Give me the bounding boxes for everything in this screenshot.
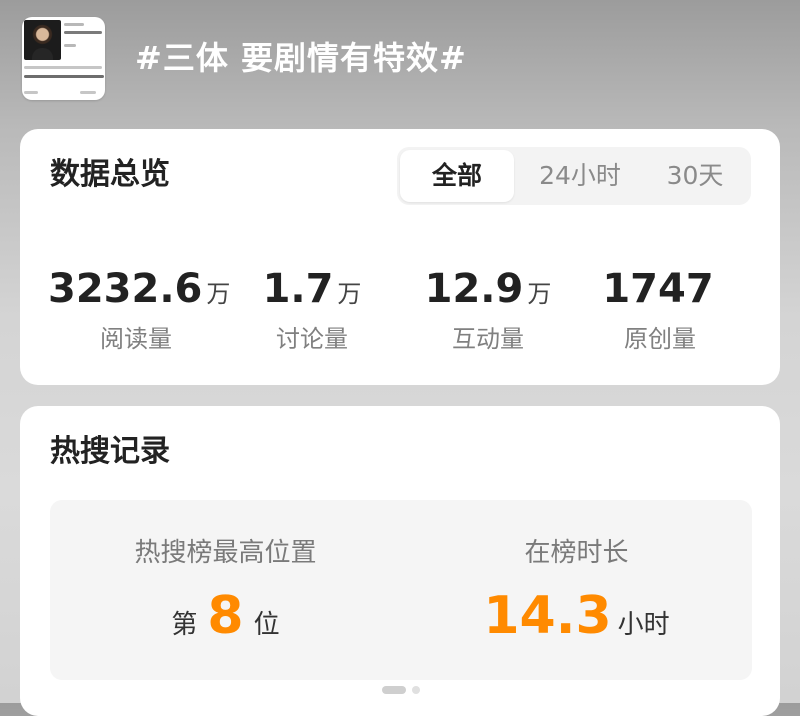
stat-reads: 3232.6 万 阅读量 bbox=[48, 265, 230, 355]
time-range-tabs: 全部 24小时 30天 bbox=[397, 147, 751, 205]
hot-search-card: 热搜记录 热搜榜最高位置 第8位 在榜时长 14.3 小时 bbox=[20, 406, 780, 716]
data-overview-card: 数据总览 全部 24小时 30天 3232.6 万 阅读量 1.7 万 讨论量 12… bbox=[20, 129, 780, 385]
stat-unit: 万 bbox=[527, 280, 552, 308]
stat-value: 1.7 bbox=[262, 266, 334, 312]
stat-value: 3232.6 bbox=[48, 266, 203, 312]
stat-label: 互动量 bbox=[452, 325, 524, 353]
hot-search-panel: 热搜榜最高位置 第8位 在榜时长 14.3 小时 bbox=[50, 500, 752, 680]
avatar-photo bbox=[24, 20, 61, 60]
time-on-list: 在榜时长 14.3 小时 bbox=[401, 536, 752, 658]
highest-rank: 热搜榜最高位置 第8位 bbox=[50, 536, 401, 658]
time-on-list-label: 在榜时长 bbox=[524, 538, 629, 568]
rank-prefix: 第 bbox=[171, 610, 198, 640]
tab-30-days[interactable]: 30天 bbox=[645, 147, 745, 205]
stat-interactions: 12.9 万 互动量 bbox=[400, 265, 576, 355]
stat-label: 阅读量 bbox=[100, 325, 172, 353]
rank-value: 8 bbox=[207, 586, 244, 646]
stat-value: 12.9 bbox=[424, 266, 524, 312]
page-title: #三体 要剧情有特效# bbox=[135, 39, 467, 77]
stat-unit: 万 bbox=[337, 280, 362, 308]
post-thumbnail[interactable] bbox=[22, 17, 105, 100]
stat-label: 讨论量 bbox=[276, 325, 348, 353]
rank-suffix: 位 bbox=[253, 610, 280, 640]
duration-value: 14.3 bbox=[483, 586, 612, 646]
highest-rank-label: 热搜榜最高位置 bbox=[134, 538, 317, 568]
stat-label: 原创量 bbox=[624, 325, 696, 353]
page-dot[interactable] bbox=[412, 686, 420, 694]
stat-discussions: 1.7 万 讨论量 bbox=[224, 265, 400, 355]
stat-value: 1747 bbox=[602, 266, 714, 312]
overview-title: 数据总览 bbox=[50, 157, 170, 192]
tab-all[interactable]: 全部 bbox=[400, 150, 514, 202]
page-dot-active[interactable] bbox=[382, 686, 406, 694]
hot-search-title: 热搜记录 bbox=[50, 434, 170, 469]
stat-originals: 1747 原创量 bbox=[572, 265, 748, 355]
duration-unit: 小时 bbox=[617, 610, 670, 640]
tab-24-hours[interactable]: 24小时 bbox=[521, 147, 639, 205]
